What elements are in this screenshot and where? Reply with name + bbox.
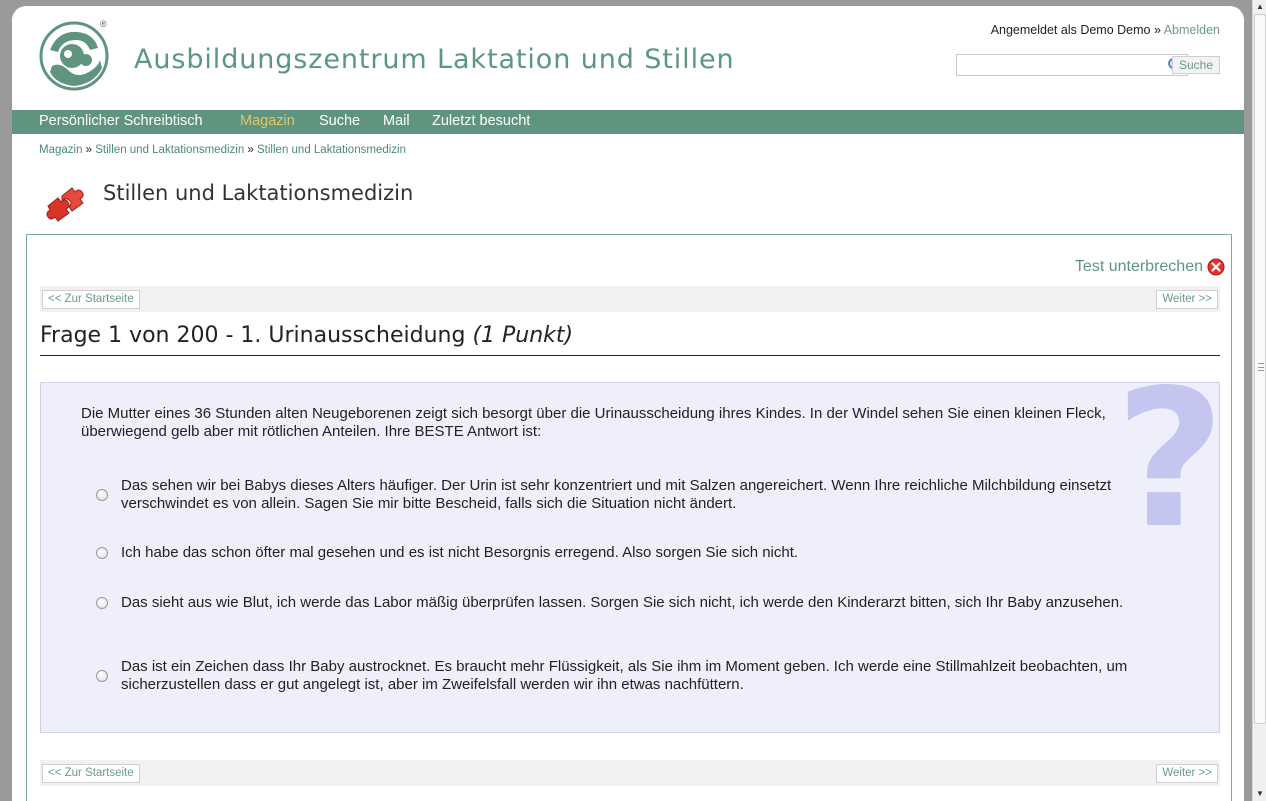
question-points: (1 Punkt) (472, 323, 574, 348)
scroll-down-icon[interactable]: ▼ (1253, 787, 1266, 801)
answer-text[interactable]: Ich habe das schon öfter mal gesehen und… (121, 544, 798, 562)
question-text: Die Mutter eines 36 Stunden alten Neugeb… (81, 405, 1106, 440)
answer-text[interactable]: Das ist ein Zeichen dass Ihr Baby austro… (121, 658, 1156, 694)
page: ® Ausbildungszentrum Laktation und Still… (12, 6, 1244, 801)
main-nav: Persönlicher Schreibtisch Magazin Suche … (12, 110, 1244, 134)
nav-item-mail[interactable]: Mail (383, 113, 410, 129)
breadcrumb-separator: » (82, 144, 96, 156)
next-button[interactable]: Weiter >> (1156, 764, 1218, 783)
scroll-thumb[interactable] (1254, 14, 1266, 724)
login-text: Angemeldet als Demo Demo » (990, 23, 1164, 37)
search-button[interactable]: Suche (1171, 56, 1220, 74)
question-heading: Frage 1 von 200 - 1. Urinausscheidung (1… (40, 323, 1220, 356)
nav-item-recent[interactable]: Zuletzt besucht (432, 113, 530, 129)
answer-text[interactable]: Das sieht aus wie Blut, ich werde das La… (121, 594, 1123, 612)
page-scrollbar[interactable]: ▲ ▼ (1252, 0, 1266, 801)
search-input[interactable] (956, 54, 1188, 76)
puzzle-icon (46, 187, 84, 222)
next-button[interactable]: Weiter >> (1156, 290, 1218, 309)
question-nav-bottom: << Zur Startseite Weiter >> (40, 760, 1220, 786)
answer-option[interactable]: Das sehen wir bei Babys dieses Alters hä… (96, 477, 1156, 513)
breadcrumb: Magazin » Stillen und Laktationsmedizin … (39, 144, 406, 156)
scroll-up-icon[interactable]: ▲ (1253, 0, 1266, 14)
registered-mark: ® (100, 19, 107, 29)
answer-option[interactable]: Das ist ein Zeichen dass Ihr Baby austro… (96, 658, 1156, 694)
question-nav-top: << Zur Startseite Weiter >> (40, 286, 1220, 312)
test-panel: Test unterbrechen << Zur Startseite Weit… (26, 234, 1232, 801)
test-interrupt-link[interactable]: Test unterbrechen (1075, 258, 1225, 276)
nav-item-desk[interactable]: Persönlicher Schreibtisch (39, 113, 203, 129)
answer-option[interactable]: Das sieht aus wie Blut, ich werde das La… (96, 594, 1156, 612)
page-title: Stillen und Laktationsmedizin (103, 181, 414, 205)
question-title: Frage 1 von 200 - 1. Urinausscheidung (40, 323, 473, 348)
answer-radio[interactable] (96, 670, 108, 682)
breadcrumb-item[interactable]: Stillen und Laktationsmedizin (95, 144, 244, 156)
answer-radio[interactable] (96, 597, 108, 609)
back-to-start-button[interactable]: << Zur Startseite (42, 764, 140, 783)
breadcrumb-separator: » (244, 144, 258, 156)
breadcrumb-item[interactable]: Magazin (39, 144, 82, 156)
grip-icon (1258, 363, 1264, 371)
back-to-start-button[interactable]: << Zur Startseite (42, 290, 140, 309)
nav-item-magazin[interactable]: Magazin (240, 113, 295, 129)
close-icon[interactable] (1207, 258, 1225, 276)
answer-radio[interactable] (96, 547, 108, 559)
answer-radio[interactable] (96, 489, 108, 501)
breadcrumb-item[interactable]: Stillen und Laktationsmedizin (257, 144, 406, 156)
site-header: ® Ausbildungszentrum Laktation und Still… (12, 6, 1244, 106)
answer-text[interactable]: Das sehen wir bei Babys dieses Alters hä… (121, 477, 1156, 513)
question-box: ? Die Mutter eines 36 Stunden alten Neug… (40, 382, 1220, 733)
logo-icon[interactable] (38, 20, 110, 92)
nav-item-suche[interactable]: Suche (319, 113, 360, 129)
test-interrupt-label[interactable]: Test unterbrechen (1075, 258, 1203, 276)
answer-option[interactable]: Ich habe das schon öfter mal gesehen und… (96, 544, 1156, 562)
logout-link[interactable]: Abmelden (1164, 23, 1220, 37)
login-status: Angemeldet als Demo Demo » Abmelden (991, 23, 1220, 37)
site-title[interactable]: Ausbildungszentrum Laktation und Stillen (134, 44, 735, 75)
